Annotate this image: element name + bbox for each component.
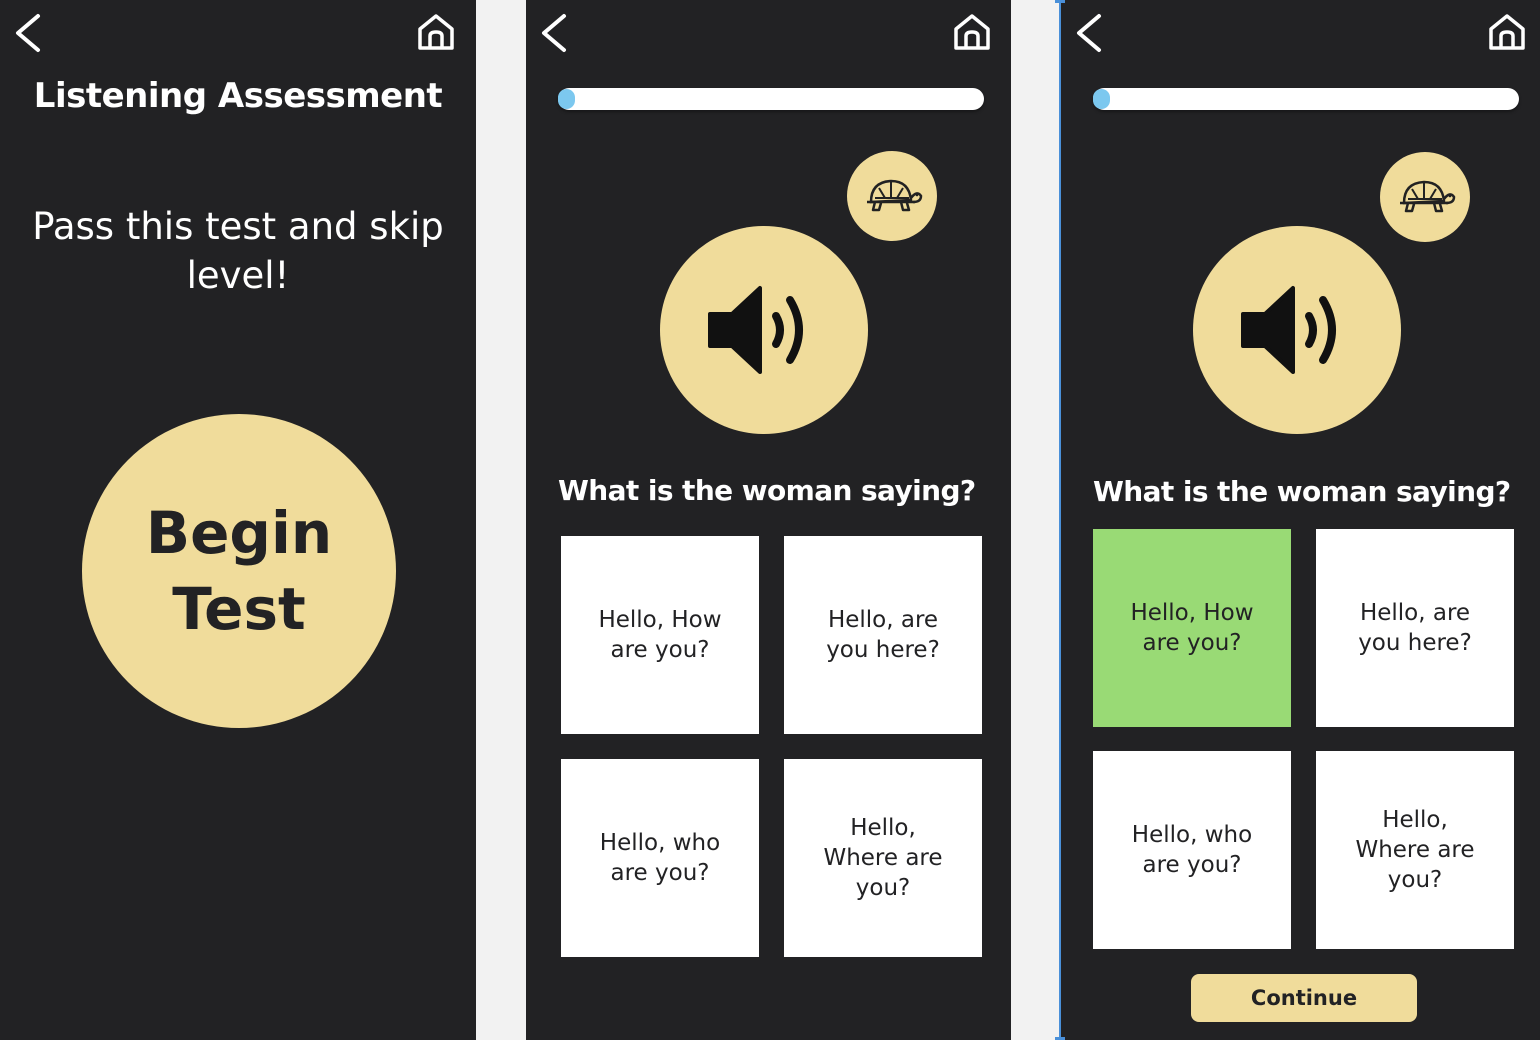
option-label: Hello, How are you? bbox=[598, 607, 722, 663]
continue-label: Continue bbox=[1250, 986, 1358, 1010]
play-audio-button[interactable] bbox=[1193, 226, 1401, 434]
question-screen: What is the woman saying? Hello, How are… bbox=[526, 0, 1011, 1040]
answer-option-selected[interactable]: Hello, How are you? bbox=[1093, 529, 1291, 727]
subtitle: Pass this test and skip level! bbox=[32, 205, 444, 297]
speaker-icon bbox=[1241, 286, 1336, 374]
option-label: Hello, are you here? bbox=[826, 607, 940, 663]
intro-screen: Listening Assessment Pass this test and … bbox=[0, 0, 476, 1040]
answer-option[interactable]: Hello, who are you? bbox=[1093, 751, 1291, 949]
selection-handle bbox=[1055, 0, 1065, 3]
slow-playback-button[interactable] bbox=[1380, 152, 1470, 242]
progress-fill bbox=[558, 89, 576, 109]
continue-button[interactable]: Continue bbox=[1191, 974, 1417, 1022]
question-text: What is the woman saying? bbox=[1093, 475, 1511, 508]
speaker-icon bbox=[708, 286, 803, 374]
option-label: Hello, Where are you? bbox=[1355, 807, 1475, 893]
home-icon[interactable] bbox=[952, 12, 992, 52]
option-label: Hello, Where are you? bbox=[823, 815, 943, 901]
answer-option[interactable]: Hello, Where are you? bbox=[1316, 751, 1514, 949]
answered-screen: What is the woman saying? Hello, How are… bbox=[1061, 0, 1540, 1040]
option-label: Hello, are you here? bbox=[1358, 600, 1472, 656]
answer-option[interactable]: Hello, Where are you? bbox=[784, 759, 982, 957]
progress-bar bbox=[1093, 88, 1519, 110]
answer-option[interactable]: Hello, who are you? bbox=[561, 759, 759, 957]
answer-option[interactable]: Hello, are you here? bbox=[1316, 529, 1514, 727]
back-arrow-icon[interactable] bbox=[538, 12, 570, 54]
progress-fill bbox=[1093, 89, 1111, 109]
selection-guide bbox=[1059, 0, 1061, 1040]
question-text: What is the woman saying? bbox=[558, 474, 976, 507]
slow-playback-button[interactable] bbox=[847, 151, 937, 241]
option-label: Hello, who are you? bbox=[599, 830, 721, 886]
turtle-icon bbox=[1400, 180, 1456, 213]
option-label: Hello, who are you? bbox=[1131, 822, 1253, 878]
home-icon[interactable] bbox=[416, 12, 456, 52]
back-arrow-icon[interactable] bbox=[1073, 12, 1105, 54]
begin-test-label: Begin Test bbox=[145, 499, 333, 643]
answer-option[interactable]: Hello, How are you? bbox=[561, 536, 759, 734]
page-title: Listening Assessment bbox=[33, 76, 443, 116]
progress-bar bbox=[558, 88, 984, 110]
back-arrow-icon[interactable] bbox=[12, 12, 44, 54]
option-label: Hello, How are you? bbox=[1130, 600, 1254, 656]
play-audio-button[interactable] bbox=[660, 226, 868, 434]
begin-test-button[interactable]: Begin Test bbox=[82, 414, 396, 728]
turtle-icon bbox=[867, 179, 923, 212]
home-icon[interactable] bbox=[1487, 12, 1527, 52]
answer-option[interactable]: Hello, are you here? bbox=[784, 536, 982, 734]
